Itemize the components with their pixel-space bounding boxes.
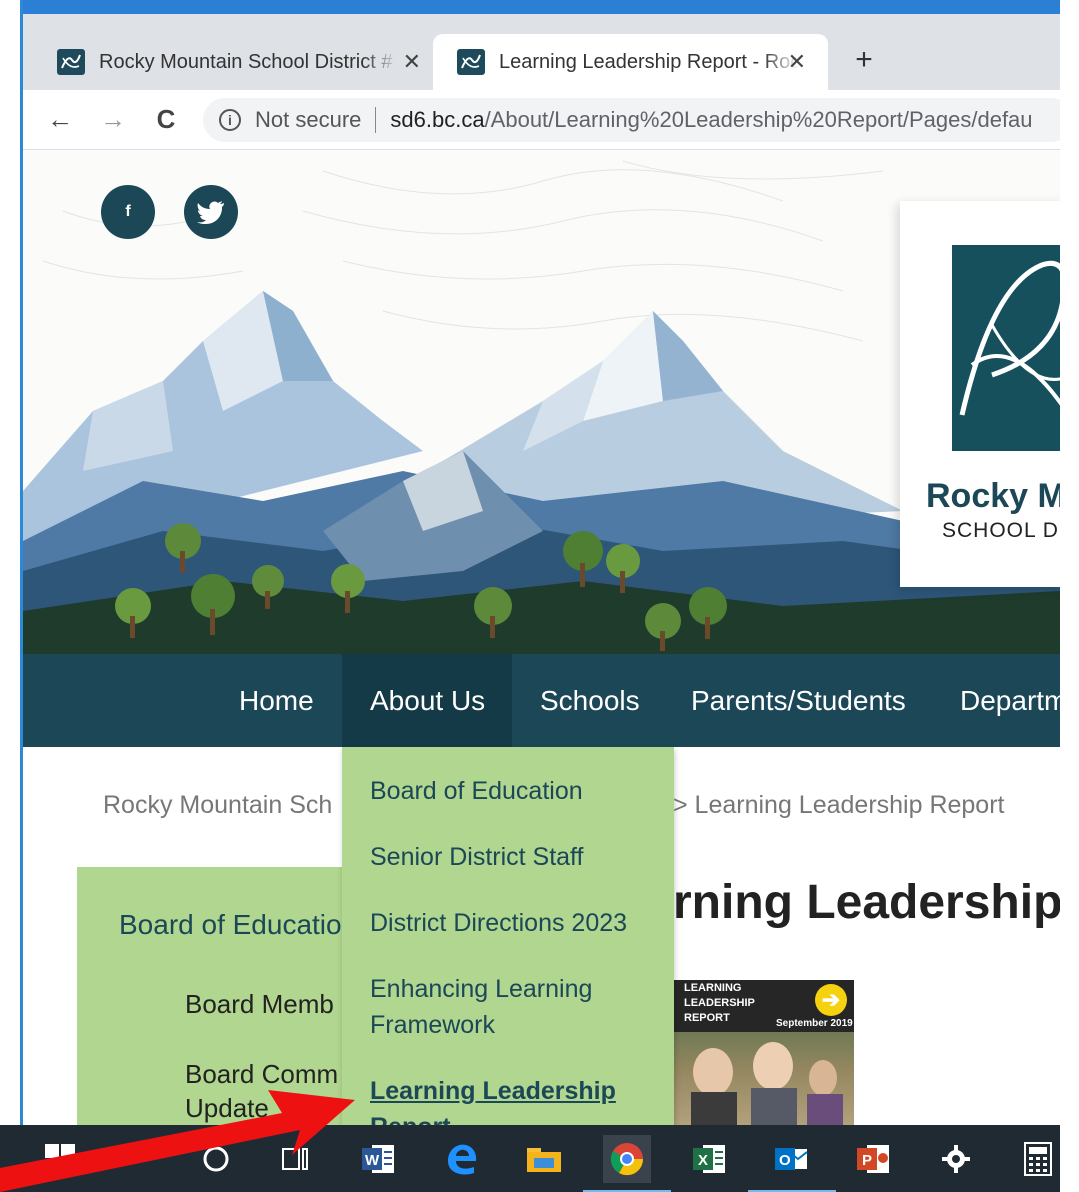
nav-schools[interactable]: Schools <box>540 654 640 747</box>
side-nav-heading[interactable]: Board of Educatio <box>119 909 342 941</box>
close-tab-icon[interactable]: ✕ <box>403 49 421 75</box>
side-nav-board-committees[interactable]: Board Comm <box>185 1059 338 1090</box>
district-favicon-icon <box>57 49 85 75</box>
windows-taskbar: W X O P <box>0 1125 1079 1192</box>
start-icon[interactable] <box>36 1135 84 1183</box>
file-explorer-icon[interactable] <box>520 1135 568 1183</box>
district-logo-icon <box>952 245 1060 451</box>
info-icon[interactable]: i <box>219 109 241 131</box>
powerpoint-icon[interactable]: P <box>850 1135 898 1183</box>
svg-text:P: P <box>862 1152 872 1169</box>
dropdown-enhancing-learning-line2[interactable]: Framework <box>370 1007 495 1043</box>
close-tab-icon[interactable]: ✕ <box>788 49 806 75</box>
security-label: Not secure <box>255 107 362 132</box>
tab-rocky-mountain[interactable]: Rocky Mountain School District # ✕ <box>33 34 443 90</box>
dropdown-learning-leadership-report[interactable]: Learning Leadership <box>370 1073 616 1109</box>
window-title-bar <box>23 0 1060 14</box>
browser-tabstrip: Rocky Mountain School District # ✕ Learn… <box>23 0 1060 90</box>
back-button[interactable]: ← <box>43 104 77 134</box>
dropdown-senior-district-staff[interactable]: Senior District Staff <box>370 839 584 875</box>
breadcrumb-current: > Learning Leadership Report <box>673 791 1005 819</box>
nav-departments[interactable]: Departm <box>960 654 1067 747</box>
page-title: rning Leadership R <box>673 876 1060 929</box>
left-side-navigation: Board of Educatio Board Memb Board Comm … <box>77 867 377 1125</box>
side-nav-board-members[interactable]: Board Memb <box>185 989 334 1020</box>
nav-home[interactable]: Home <box>239 654 314 747</box>
svg-text:W: W <box>365 1152 380 1169</box>
district-logo-card[interactable]: Rocky M SCHOOL DI <box>900 201 1060 587</box>
arrow-right-icon: ➔ <box>815 984 847 1016</box>
window-right-margin <box>1060 0 1079 1192</box>
screenshot-frame: Rocky Mountain School District # ✕ Learn… <box>0 0 1079 1192</box>
calculator-icon[interactable] <box>1014 1135 1062 1183</box>
hero-banner: f Rocky M SCHOOL DI <box>23 151 1060 654</box>
address-divider <box>375 107 377 133</box>
excel-icon[interactable]: X <box>686 1135 734 1183</box>
chrome-icon[interactable] <box>583 1135 671 1192</box>
cortana-icon[interactable] <box>192 1135 240 1183</box>
side-nav-update[interactable]: Update <box>185 1093 269 1124</box>
district-logo-name: Rocky M <box>926 477 1060 515</box>
main-navigation: Home About Us Schools Parents/Students D… <box>23 654 1067 747</box>
tab-title: Learning Leadership Report - Roc <box>499 50 799 73</box>
facebook-icon[interactable]: f <box>101 185 155 239</box>
dropdown-learning-leadership-report-line2[interactable]: Report <box>370 1109 451 1125</box>
dropdown-enhancing-learning[interactable]: Enhancing Learning <box>370 971 592 1007</box>
report-cover-line: REPORT <box>684 1012 730 1024</box>
address-bar[interactable]: i Not secure sd6.bc.ca/About/Learning%20… <box>203 98 1073 142</box>
report-cover-line: LEADERSHIP <box>684 997 755 1009</box>
svg-text:O: O <box>779 1152 791 1169</box>
task-view-icon[interactable] <box>272 1135 320 1183</box>
outlook-icon[interactable]: O <box>748 1135 836 1192</box>
forward-button[interactable]: → <box>96 104 130 134</box>
report-cover-image[interactable]: LEARNING LEADERSHIP REPORT September 201… <box>673 980 854 1125</box>
url-path: /About/Learning%20Leadership%20Report/Pa… <box>484 107 1033 132</box>
browser-toolbar: ← → C i Not secure sd6.bc.ca/About/Learn… <box>23 90 1073 150</box>
tab-learning-leadership[interactable]: Learning Leadership Report - Roc ✕ <box>433 34 828 90</box>
new-tab-button[interactable]: + <box>849 44 879 76</box>
nav-parents-students[interactable]: Parents/Students <box>691 654 906 747</box>
dropdown-district-directions[interactable]: District Directions 2023 <box>370 905 627 941</box>
district-favicon-icon <box>457 49 485 75</box>
url-host: sd6.bc.ca <box>390 107 485 132</box>
report-cover-line: LEARNING <box>684 982 742 994</box>
report-cover-date: September 2019 <box>776 1018 853 1029</box>
breadcrumb-home[interactable]: Rocky Mountain Sch <box>103 791 332 820</box>
dropdown-board-of-education[interactable]: Board of Education <box>370 773 583 809</box>
edge-icon[interactable] <box>438 1135 486 1183</box>
about-us-dropdown: Board of Education Senior District Staff… <box>342 747 674 1125</box>
tab-title: Rocky Mountain School District # <box>99 50 393 73</box>
nav-about-us[interactable]: About Us <box>342 654 512 747</box>
report-cover-photo <box>673 1032 854 1125</box>
twitter-icon[interactable] <box>184 185 238 239</box>
district-logo-subtitle: SCHOOL DI <box>942 519 1060 542</box>
svg-text:X: X <box>698 1152 708 1169</box>
word-icon[interactable]: W <box>355 1135 403 1183</box>
settings-icon[interactable] <box>932 1135 980 1183</box>
reload-button[interactable]: C <box>149 104 183 134</box>
